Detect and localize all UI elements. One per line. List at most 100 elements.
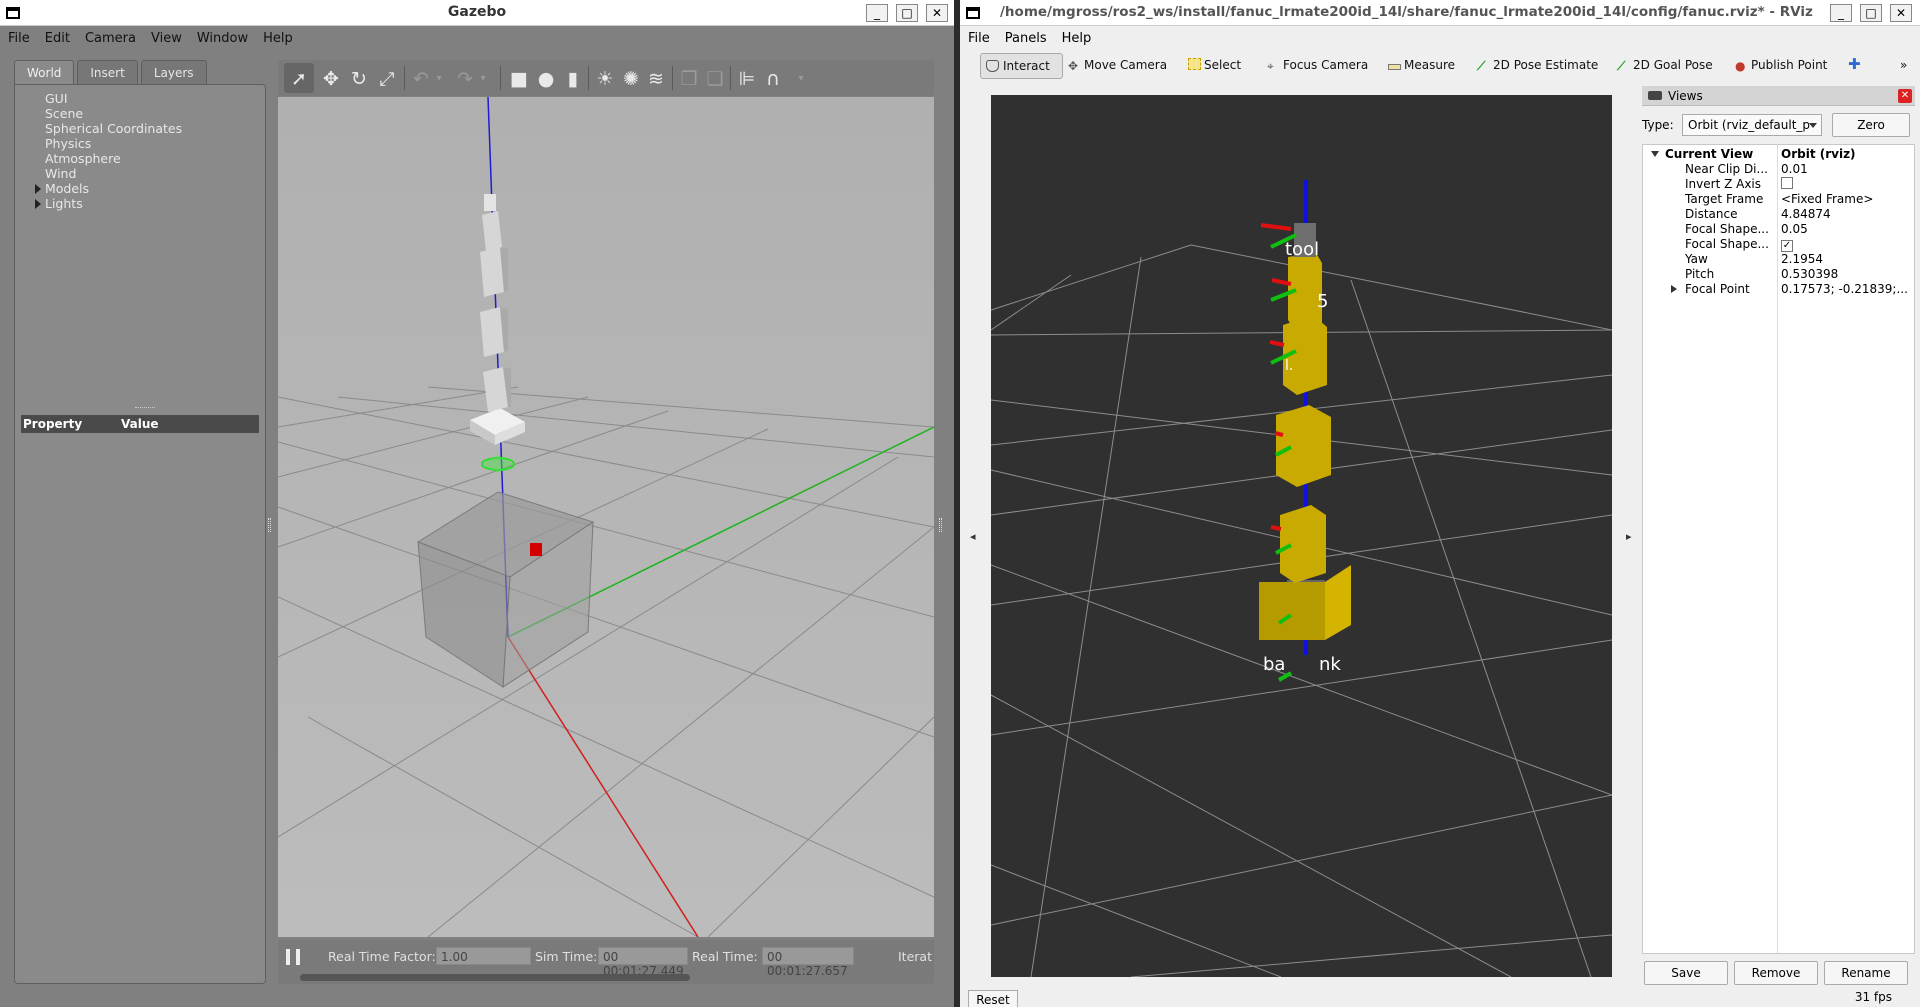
- tree-item-scene[interactable]: Scene: [45, 106, 83, 121]
- gazebo-3d-viewport[interactable]: [278, 97, 934, 937]
- expand-arrow-icon[interactable]: [35, 199, 41, 209]
- rotate-icon[interactable]: ↻: [348, 68, 370, 90]
- more-dropdown-icon[interactable]: ▾: [790, 68, 812, 90]
- red-cube: [530, 543, 542, 556]
- tree-item-gui[interactable]: GUI: [45, 91, 68, 106]
- property-row[interactable]: Focal Shape... ✓: [1643, 237, 1916, 252]
- close-button[interactable]: ✕: [1890, 4, 1912, 22]
- property-column-label: Property: [23, 417, 83, 431]
- menu-edit[interactable]: Edit: [37, 26, 77, 46]
- interact-tool-button[interactable]: Interact: [980, 53, 1063, 79]
- remove-button[interactable]: Remove: [1734, 961, 1818, 985]
- select-arrow-icon[interactable]: ➚: [288, 68, 310, 90]
- property-row[interactable]: Yaw 2.1954: [1643, 252, 1916, 267]
- current-view-row[interactable]: Current View Orbit (rviz): [1643, 147, 1916, 162]
- expand-arrow-icon[interactable]: [35, 184, 41, 194]
- spot-light-icon[interactable]: ✺: [620, 68, 642, 90]
- minimize-button[interactable]: _: [1830, 4, 1852, 22]
- maximize-button[interactable]: □: [1860, 4, 1882, 22]
- crosshair-icon: ⌖: [1267, 59, 1274, 73]
- menu-window[interactable]: Window: [189, 26, 255, 46]
- property-row[interactable]: Near Clip Di... 0.01: [1643, 162, 1916, 177]
- goal-pose-tool-button[interactable]: ⟋ 2D Goal Pose: [1617, 58, 1713, 73]
- real-time-label: Real Time:: [692, 949, 758, 964]
- menu-panels[interactable]: Panels: [997, 26, 1054, 46]
- box-shape-icon[interactable]: ■: [508, 68, 530, 90]
- invert-z-checkbox[interactable]: [1781, 177, 1793, 189]
- real-time-value: 00 00:01:27.657: [762, 947, 854, 978]
- toolbar-separator: [588, 66, 589, 90]
- view-type-select[interactable]: Orbit (rviz_default_p: [1682, 114, 1822, 136]
- sphere-shape-icon[interactable]: ●: [535, 68, 557, 90]
- menu-help[interactable]: Help: [1054, 26, 1099, 46]
- pause-icon[interactable]: [286, 949, 300, 965]
- tree-item-physics[interactable]: Physics: [45, 136, 91, 151]
- property-row[interactable]: Pitch 0.530398: [1643, 267, 1916, 282]
- collapse-right-icon[interactable]: ▸: [1626, 530, 1632, 543]
- chevron-down-icon: [1809, 123, 1817, 128]
- toolbar-separator: [404, 66, 405, 90]
- collapse-arrow-icon[interactable]: [1651, 151, 1659, 157]
- menu-file[interactable]: File: [0, 26, 37, 46]
- maximize-button[interactable]: □: [896, 4, 918, 22]
- zero-button[interactable]: Zero: [1832, 113, 1910, 137]
- scale-icon[interactable]: ⤢: [376, 68, 398, 90]
- reset-button[interactable]: Reset: [968, 990, 1018, 1007]
- map-pin-icon: ●: [1735, 59, 1746, 73]
- move-camera-tool-button[interactable]: ✥ Move Camera: [1068, 58, 1167, 73]
- property-row[interactable]: Focal Point 0.17573; -0.21839;...: [1643, 282, 1916, 297]
- menu-file[interactable]: File: [960, 26, 997, 46]
- property-row[interactable]: Invert Z Axis: [1643, 177, 1916, 192]
- tree-item-spherical-coordinates[interactable]: Spherical Coordinates: [45, 121, 182, 136]
- rviz-3d-viewport[interactable]: tool 5 l. ba nk: [991, 95, 1612, 977]
- save-button[interactable]: Save: [1644, 961, 1728, 985]
- focus-camera-tool-button[interactable]: ⌖ Focus Camera: [1267, 58, 1368, 73]
- menu-camera[interactable]: Camera: [77, 26, 143, 46]
- translate-icon[interactable]: ✥: [320, 68, 342, 90]
- snap-magnet-icon[interactable]: ∩: [762, 68, 784, 90]
- property-row[interactable]: Focal Shape... 0.05: [1643, 222, 1916, 237]
- expand-arrow-icon[interactable]: [1671, 285, 1677, 293]
- paste-icon[interactable]: ❏: [704, 68, 726, 90]
- measure-tool-button[interactable]: Measure: [1388, 58, 1455, 72]
- toolbar-separator: [672, 66, 673, 90]
- undo-dropdown-icon[interactable]: ▾: [428, 68, 450, 90]
- redo-dropdown-icon[interactable]: ▾: [472, 68, 494, 90]
- directional-light-icon[interactable]: ≋: [645, 68, 667, 90]
- toolbar-overflow-icon[interactable]: »: [1900, 58, 1907, 72]
- close-button[interactable]: ✕: [926, 4, 948, 22]
- close-panel-icon[interactable]: ✕: [1898, 89, 1912, 103]
- pose-estimate-tool-button[interactable]: ⟋ 2D Pose Estimate: [1477, 58, 1598, 73]
- select-tool-button[interactable]: Select: [1188, 58, 1241, 72]
- rename-button[interactable]: Rename: [1824, 961, 1908, 985]
- left-splitter[interactable]: [268, 518, 271, 532]
- tree-item-atmosphere[interactable]: Atmosphere: [45, 151, 121, 166]
- menu-help[interactable]: Help: [255, 26, 300, 46]
- align-icon[interactable]: ⊫: [736, 68, 758, 90]
- tab-layers[interactable]: Layers: [140, 60, 207, 84]
- tree-item-wind[interactable]: Wind: [45, 166, 76, 181]
- panel-tabs: World Insert Layers: [14, 60, 210, 86]
- add-tool-icon[interactable]: ✚: [1848, 55, 1861, 73]
- publish-point-tool-button[interactable]: ● Publish Point: [1735, 58, 1827, 73]
- rviz-title: /home/mgross/ros2_ws/install/fanuc_lrmat…: [1000, 4, 1813, 20]
- green-arrow-icon: ⟋: [1477, 59, 1486, 73]
- point-light-icon[interactable]: ☀: [594, 68, 616, 90]
- tab-world[interactable]: World: [14, 60, 75, 84]
- property-row[interactable]: Target Frame <Fixed Frame>: [1643, 192, 1916, 207]
- cylinder-shape-icon[interactable]: ▮: [562, 68, 584, 90]
- gazebo-titlebar: Gazebo _ □ ✕: [0, 0, 954, 26]
- focal-shape-checkbox[interactable]: ✓: [1781, 240, 1793, 252]
- collapse-left-icon[interactable]: ◂: [970, 530, 976, 543]
- tree-item-lights[interactable]: Lights: [35, 196, 83, 211]
- tree-item-models[interactable]: Models: [35, 181, 89, 196]
- right-splitter[interactable]: [939, 518, 942, 532]
- minimize-button[interactable]: _: [866, 4, 888, 22]
- horizontal-scrollbar[interactable]: [300, 974, 690, 981]
- property-row[interactable]: Distance 4.84874: [1643, 207, 1916, 222]
- tab-insert[interactable]: Insert: [77, 60, 138, 84]
- rviz-window: /home/mgross/ros2_ws/install/fanuc_lrmat…: [960, 0, 1920, 1007]
- splitter-grip[interactable]: [135, 407, 155, 410]
- menu-view[interactable]: View: [143, 26, 189, 46]
- copy-icon[interactable]: ❐: [678, 68, 700, 90]
